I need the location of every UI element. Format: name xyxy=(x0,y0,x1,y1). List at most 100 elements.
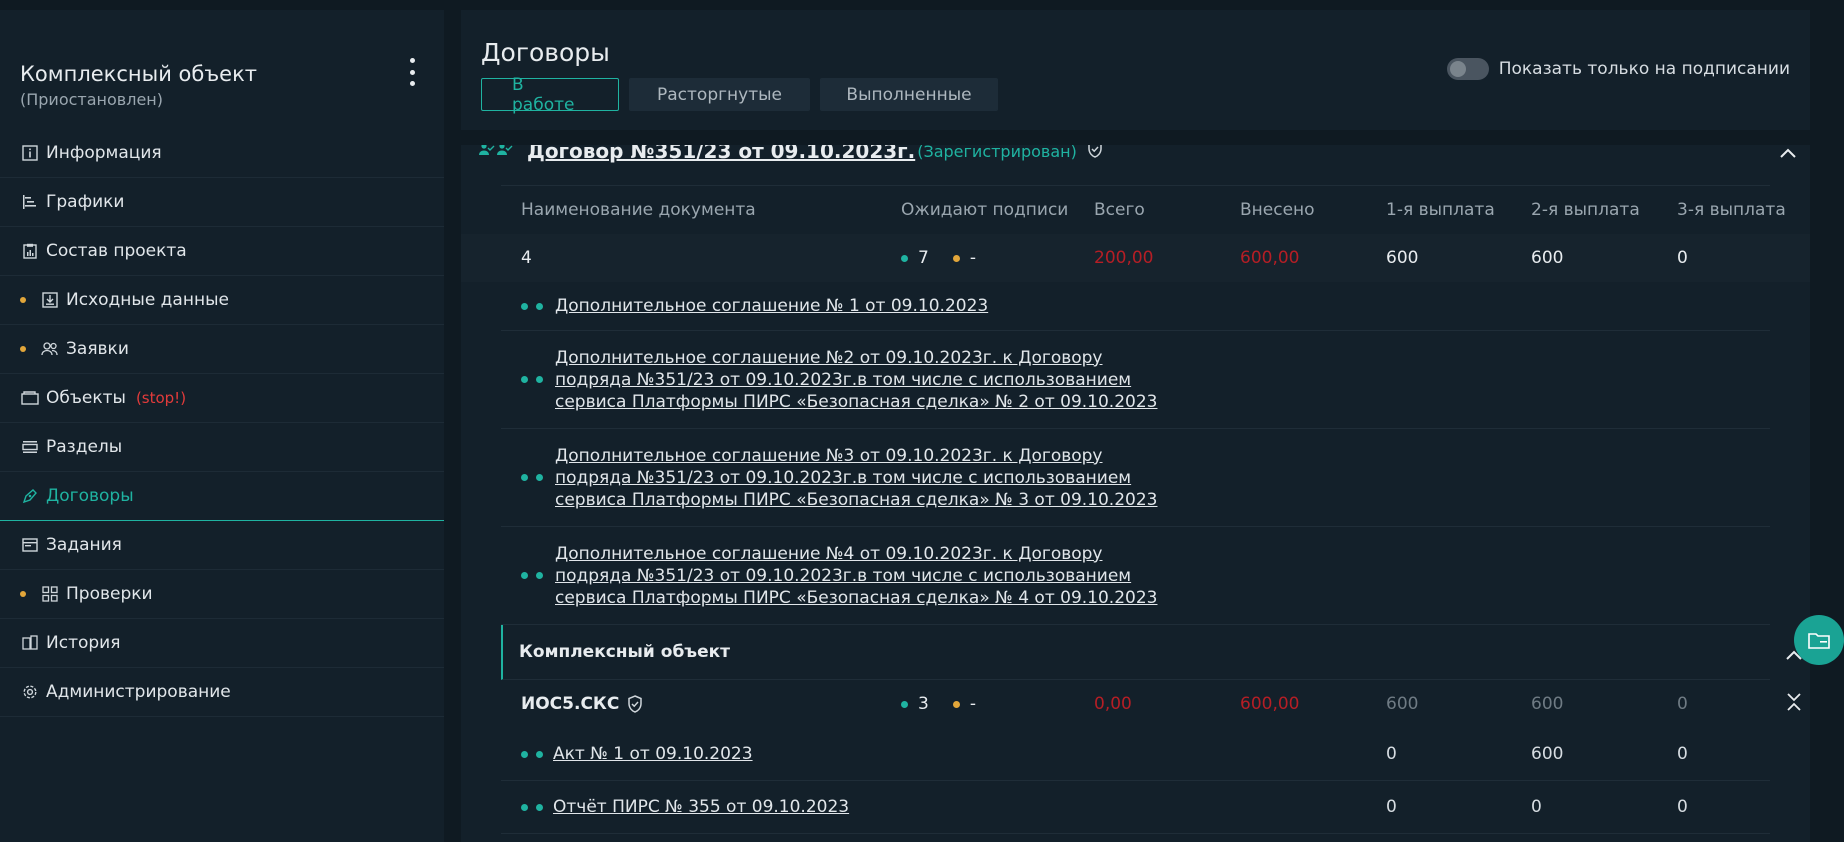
sidebar-item-label: Графики xyxy=(46,192,125,212)
sidebar-item-project-structure[interactable]: Состав проекта xyxy=(0,227,444,276)
project-status: (Приостановлен) xyxy=(20,90,163,109)
page-title: Договоры xyxy=(481,38,610,67)
payment-2: 0 xyxy=(1531,797,1542,817)
green-status-dot xyxy=(901,254,908,262)
column-header: Наименование документа xyxy=(521,200,756,220)
document-link[interactable]: Дополнительное соглашение №2 от 09.10.20… xyxy=(555,347,1157,413)
gear-icon xyxy=(20,682,40,702)
sidebar-item-checks[interactable]: Проверки xyxy=(0,570,444,619)
payment-2: 600 xyxy=(1531,248,1564,268)
pending-signatures: 7 - xyxy=(901,234,976,282)
payment-1: 0 xyxy=(1386,744,1397,764)
column-header: Ожидают подписи xyxy=(901,200,1069,220)
notification-dot xyxy=(20,346,26,352)
paid-value: 600,00 xyxy=(1240,248,1300,268)
document-link[interactable]: Акт № 1 от 09.10.2023 xyxy=(553,743,753,765)
shield-check-icon xyxy=(1087,145,1103,163)
signature-dots xyxy=(521,750,543,758)
sidebar-item-admin[interactable]: Администрирование xyxy=(0,668,444,717)
download-icon xyxy=(40,290,60,310)
section-header[interactable]: Комплексный объект xyxy=(501,625,1802,680)
document-row: Отчёт ПИРС № 355 от 09.10.2023 0 0 0 xyxy=(501,781,1770,834)
sidebar-item-label: Договоры xyxy=(46,486,134,506)
clipboard-icon xyxy=(20,241,40,261)
signature-dots xyxy=(521,803,543,811)
toggle-label: Показать только на подписании xyxy=(1498,59,1790,79)
pen-icon xyxy=(20,486,40,506)
sidebar-item-label: Разделы xyxy=(46,437,123,457)
tab-in-progress[interactable]: В работе xyxy=(481,75,619,115)
signature-dots xyxy=(521,376,543,383)
column-header: Всего xyxy=(1094,200,1145,220)
folder-icon[interactable] xyxy=(1794,615,1844,665)
contract-panel: Договор №351/23 от 09.10.2023г. (Зарегис… xyxy=(461,145,1810,842)
sections-icon xyxy=(20,437,40,457)
subsection-row: ИОС5.СКС 3 - 0,00 600,00 600 600 0 xyxy=(501,680,1801,728)
payment-3: 0 xyxy=(1677,248,1688,268)
sidebar-item-label: Исходные данные xyxy=(66,290,229,310)
wallet-icon xyxy=(20,388,40,408)
sidebar-item-label: История xyxy=(46,633,121,653)
payment-2: 600 xyxy=(1531,744,1564,764)
pending-signatures: 3 - xyxy=(901,680,976,728)
column-header: 3-я выплата xyxy=(1677,200,1786,220)
document-row: Дополнительное соглашение №2 от 09.10.20… xyxy=(501,331,1770,429)
chevron-up-icon[interactable] xyxy=(1780,145,1796,163)
sidebar: Комплексный объект (Приостановлен) Инфор… xyxy=(0,10,444,842)
signature-dots xyxy=(521,474,543,481)
contracts-header: Договоры В работе Расторгнутые Выполненн… xyxy=(461,10,1810,130)
grid-icon xyxy=(40,584,60,604)
signing-only-toggle[interactable] xyxy=(1446,58,1489,80)
tasks-icon xyxy=(20,535,40,555)
sidebar-item-tasks[interactable]: Задания xyxy=(0,521,444,570)
notification-dot xyxy=(20,591,26,597)
sidebar-item-source-data[interactable]: Исходные данные xyxy=(0,276,444,325)
sidebar-nav: Информация Графики Состав проекта Исходн… xyxy=(0,129,444,717)
contract-status: (Зарегистрирован) xyxy=(917,145,1077,161)
document-link[interactable]: Отчёт ПИРС № 355 от 09.10.2023 xyxy=(553,796,849,818)
collapse-icon[interactable] xyxy=(1786,692,1802,717)
payment-3: 0 xyxy=(1677,694,1688,714)
payment-1: 600 xyxy=(1386,248,1419,268)
more-menu-icon[interactable] xyxy=(403,58,421,86)
sidebar-item-charts[interactable]: Графики xyxy=(0,178,444,227)
sidebar-item-label: Состав проекта xyxy=(46,241,187,261)
payment-1: 600 xyxy=(1386,694,1419,714)
document-link[interactable]: Дополнительное соглашение № 1 от 09.10.2… xyxy=(555,295,988,317)
document-link[interactable]: Дополнительное соглашение №3 от 09.10.20… xyxy=(555,445,1157,511)
sidebar-item-sections[interactable]: Разделы xyxy=(0,423,444,472)
column-header: 2-я выплата xyxy=(1531,200,1640,220)
info-icon xyxy=(20,143,40,163)
payment-3: 0 xyxy=(1677,744,1688,764)
sidebar-item-label: Объекты xyxy=(46,388,126,408)
document-link[interactable]: Дополнительное соглашение №4 от 09.10.20… xyxy=(555,543,1157,609)
sidebar-item-history[interactable]: История xyxy=(0,619,444,668)
green-status-dot xyxy=(901,700,908,708)
sidebar-item-info[interactable]: Информация xyxy=(0,129,444,178)
signature-dots xyxy=(521,302,543,310)
users-icon xyxy=(40,339,60,359)
signing-filter: Показать только на подписании xyxy=(1446,58,1790,80)
notification-dot xyxy=(20,297,26,303)
signers-icon xyxy=(479,145,515,160)
tab-terminated[interactable]: Расторгнутые xyxy=(629,78,810,111)
payment-2: 600 xyxy=(1531,694,1564,714)
table-header: Наименование документа Ожидают подписи В… xyxy=(501,186,1786,234)
section-title: Комплексный объект xyxy=(519,642,731,662)
sidebar-item-objects[interactable]: Объекты (stop!) xyxy=(0,374,444,423)
total-value: 0,00 xyxy=(1094,694,1132,714)
subsection-name: ИОС5.СКС xyxy=(521,680,643,728)
sidebar-item-contracts[interactable]: Договоры xyxy=(0,472,444,521)
status-tabs: В работе Расторгнутые Выполненные xyxy=(481,75,998,115)
sidebar-item-label: Администрирование xyxy=(46,682,231,702)
contract-header: Договор №351/23 от 09.10.2023г. (Зарегис… xyxy=(479,145,1103,163)
tab-completed[interactable]: Выполненные xyxy=(820,78,998,111)
doc-count: 4 xyxy=(521,248,532,268)
payment-1: 0 xyxy=(1386,797,1397,817)
column-header: Внесено xyxy=(1240,200,1315,220)
contract-title-link[interactable]: Договор №351/23 от 09.10.2023г. xyxy=(527,145,915,163)
signature-dots xyxy=(521,572,543,579)
documents-table: Наименование документа Ожидают подписи В… xyxy=(461,185,1810,834)
payment-3: 0 xyxy=(1677,797,1688,817)
sidebar-item-requests[interactable]: Заявки xyxy=(0,325,444,374)
